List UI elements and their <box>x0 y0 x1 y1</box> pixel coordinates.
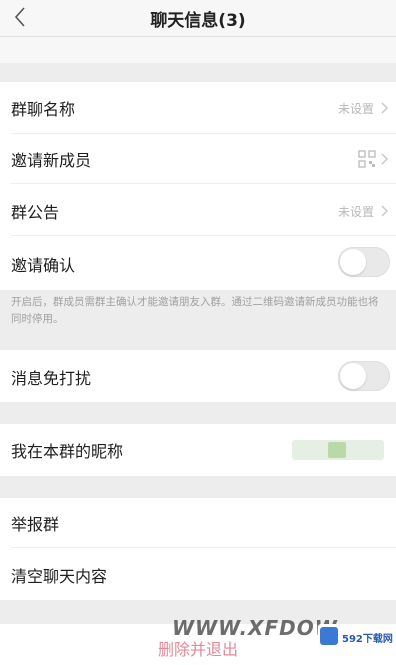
nav-bar: 聊天信息(3) <box>0 0 396 37</box>
page-title: 聊天信息(3) <box>150 11 246 31</box>
toggle-knob <box>340 249 366 275</box>
group-name-row[interactable]: 群聊名称 未设置 <box>0 82 396 134</box>
nickname-row[interactable]: 我在本群的昵称 <box>0 424 396 476</box>
nickname-label: 我在本群的昵称 <box>11 442 124 461</box>
watermark-text: WWW.XFDOW <box>172 616 338 640</box>
mute-row: 消息免打扰 <box>0 350 396 402</box>
chevron-right-icon <box>381 102 388 114</box>
toggle-knob <box>340 363 366 389</box>
nickname-value <box>292 440 384 460</box>
invite-confirm-row: 邀请确认 <box>0 236 396 290</box>
watermark-logo: 592下载网 <box>318 624 396 650</box>
report-label: 举报群 <box>11 515 60 534</box>
group-name-value: 未设置 <box>337 102 374 116</box>
group-name-label: 群聊名称 <box>11 100 76 119</box>
announcement-label: 群公告 <box>11 203 60 222</box>
clear-history-row[interactable]: 清空聊天内容 <box>0 548 396 600</box>
announcement-row[interactable]: 群公告 未设置 <box>0 184 396 236</box>
chevron-right-icon <box>381 153 388 165</box>
qr-code-icon <box>358 150 376 168</box>
mute-toggle[interactable] <box>338 361 390 391</box>
section-gap <box>0 37 396 63</box>
invite-members-label: 邀请新成员 <box>11 151 92 170</box>
invite-confirm-hint: 开启后，群成员需群主确认才能邀请朋友入群。通过二维码邀请新成员功能也将同时停用。 <box>11 296 379 325</box>
chevron-right-icon <box>381 205 388 217</box>
clear-history-label: 清空聊天内容 <box>11 567 108 586</box>
mute-label: 消息免打扰 <box>11 369 92 388</box>
report-row[interactable]: 举报群 <box>0 498 396 548</box>
invite-confirm-label: 邀请确认 <box>11 256 76 275</box>
watermark-logo-text: 592下载网 <box>342 634 393 645</box>
invite-confirm-toggle[interactable] <box>338 247 390 277</box>
invite-members-row[interactable]: 邀请新成员 <box>0 134 396 184</box>
announcement-value: 未设置 <box>337 205 374 219</box>
